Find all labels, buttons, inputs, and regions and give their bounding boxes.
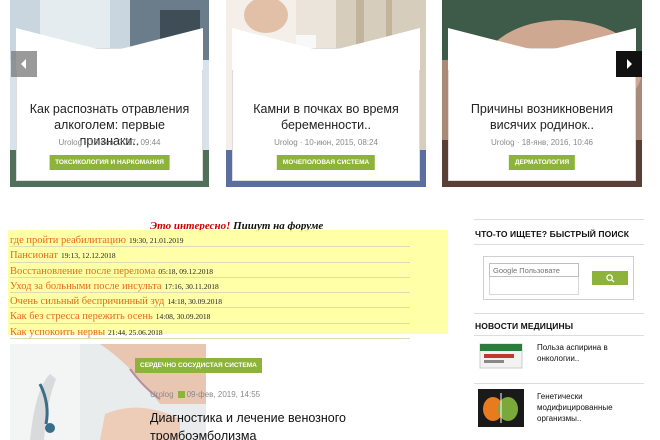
forum-link[interactable]: Уход за больными после инсульта <box>10 281 162 292</box>
news-thumbnail[interactable] <box>478 389 524 427</box>
forum-item: где пройти реабилитацию 19:30, 21.01.2019 <box>10 232 410 248</box>
slide-3[interactable]: Причины возникновения висячих родинок.. … <box>442 0 642 187</box>
calendar-icon <box>177 391 185 398</box>
sidebar-divider <box>474 244 644 245</box>
article-meta: Urolog 09-фев, 2019, 14:55 <box>150 390 260 399</box>
search-results-area <box>489 277 579 295</box>
slider-prev-button[interactable] <box>11 51 37 77</box>
forum-date: 19:30, 21.01.2019 <box>128 236 184 245</box>
news-title[interactable]: Польза аспирина в онкологии.. <box>537 342 637 364</box>
sidebar-divider <box>474 219 644 220</box>
sidebar-divider <box>474 335 644 336</box>
slide-category-badge[interactable]: ДЕРМАТОЛОГИЯ <box>508 155 576 170</box>
forum-link[interactable]: Как успокоить нервы <box>10 327 105 338</box>
news-item[interactable]: Генетически модифицированные организмы.. <box>475 389 643 433</box>
slide-title[interactable]: Причины возникновения висячих родинок.. <box>456 101 628 133</box>
sidebar-divider <box>474 383 644 384</box>
search-button[interactable] <box>592 271 628 285</box>
slide-notch <box>16 28 203 70</box>
slide-meta: Urolog · 10-янв, 2017, 09:44 <box>58 138 161 147</box>
forum-date: 14:18, 30.09.2018 <box>167 297 222 307</box>
news-thumbnail[interactable] <box>478 340 524 378</box>
forum-item: Очень сильный беспричинный зуд 14:18, 30.… <box>10 293 410 309</box>
aspirin-box-image <box>478 340 524 378</box>
news-title[interactable]: Генетически модифицированные организмы.. <box>537 391 637 424</box>
sidebar-divider <box>474 313 644 314</box>
slide-meta: Urolog · 10-июн, 2015, 08:24 <box>274 138 378 147</box>
slider-next-button[interactable] <box>616 51 642 77</box>
article-category-badge[interactable]: СЕРДЕЧНО СОСУДИСТАЯ СИСТЕМА <box>135 358 262 373</box>
slide-2[interactable]: Камни в почках во время беременности.. U… <box>226 0 426 187</box>
slide-notch <box>448 28 636 70</box>
slide-title[interactable]: Камни в почках во время беременности.. <box>240 101 412 133</box>
chevron-left-icon <box>21 59 26 69</box>
slide-category-badge[interactable]: МОЧЕПОЛОВАЯ СИСТЕМА <box>276 155 376 170</box>
forum-item: Восстановление после перелома 05:18, 09.1… <box>10 263 410 278</box>
forum-date: 17:16, 30.11.2018 <box>164 281 219 291</box>
slide-category-badge[interactable]: ТОКСИКОЛОГИЯ И НАРКОМАНИЯ <box>49 155 170 170</box>
article-date: 09-фев, 2019, 14:55 <box>186 390 261 399</box>
featured-slider: Как распознать отравления алкоголем: пер… <box>0 0 660 190</box>
forum-date: 05:18, 09.12.2018 <box>158 266 213 276</box>
forum-date: 19:13, 12.12.2018 <box>61 251 116 261</box>
news-item[interactable]: Польза аспирина в онкологии.. <box>475 340 643 384</box>
forum-link[interactable]: Пансионат <box>10 250 58 261</box>
slide-meta: Urolog · 18-янв, 2016, 10:46 <box>491 138 593 147</box>
forum-item: Как без стресса пережить осень 14:08, 30.… <box>10 308 410 324</box>
forum-item: Уход за больными после инсульта 17:16, 30… <box>10 278 410 294</box>
search-input[interactable] <box>489 263 579 277</box>
chevron-right-icon <box>627 59 632 69</box>
forum-item: Как успокоить нервы 21:44, 25.06.2018 <box>10 324 410 340</box>
gmo-produce-image <box>478 389 524 427</box>
search-heading: ЧТО-ТО ИЩЕТЕ? БЫСТРЫЙ ПОИСК <box>475 229 630 239</box>
forum-link[interactable]: Как без стресса пережить осень <box>10 311 153 322</box>
article-author[interactable]: Urolog <box>150 390 174 399</box>
search-widget <box>483 256 634 300</box>
news-heading: НОВОСТИ МЕДИЦИНЫ <box>475 321 574 331</box>
forum-link[interactable]: Очень сильный беспричинный зуд <box>10 296 164 307</box>
search-icon <box>605 273 615 283</box>
forum-link[interactable]: Восстановление после перелома <box>10 266 155 277</box>
forum-date: 21:44, 25.06.2018 <box>108 327 163 337</box>
forum-link[interactable]: где пройти реабилитацию <box>10 235 126 246</box>
slide-1[interactable]: Как распознать отравления алкоголем: пер… <box>10 0 209 187</box>
forum-list: где пройти реабилитацию 19:30, 21.01.2019… <box>10 232 410 340</box>
forum-date: 14:08, 30.09.2018 <box>155 312 211 322</box>
forum-item: Пансионат 19:13, 12.12.2018 <box>10 247 410 263</box>
article-title[interactable]: Диагностика и лечение венозного тромбоэм… <box>150 409 360 440</box>
slide-notch <box>232 28 420 70</box>
